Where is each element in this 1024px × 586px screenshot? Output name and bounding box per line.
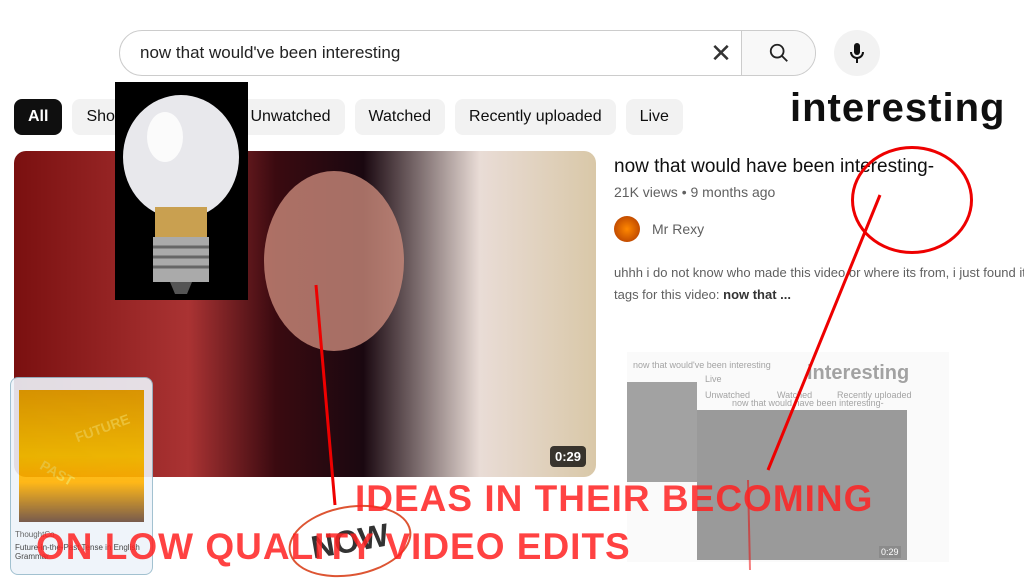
overlay-caption-line1: IDEAS IN THEIR BECOMING	[355, 478, 874, 519]
overlay-caption-line2: ON LOW QUALITY VIDEO EDITS	[36, 526, 631, 567]
